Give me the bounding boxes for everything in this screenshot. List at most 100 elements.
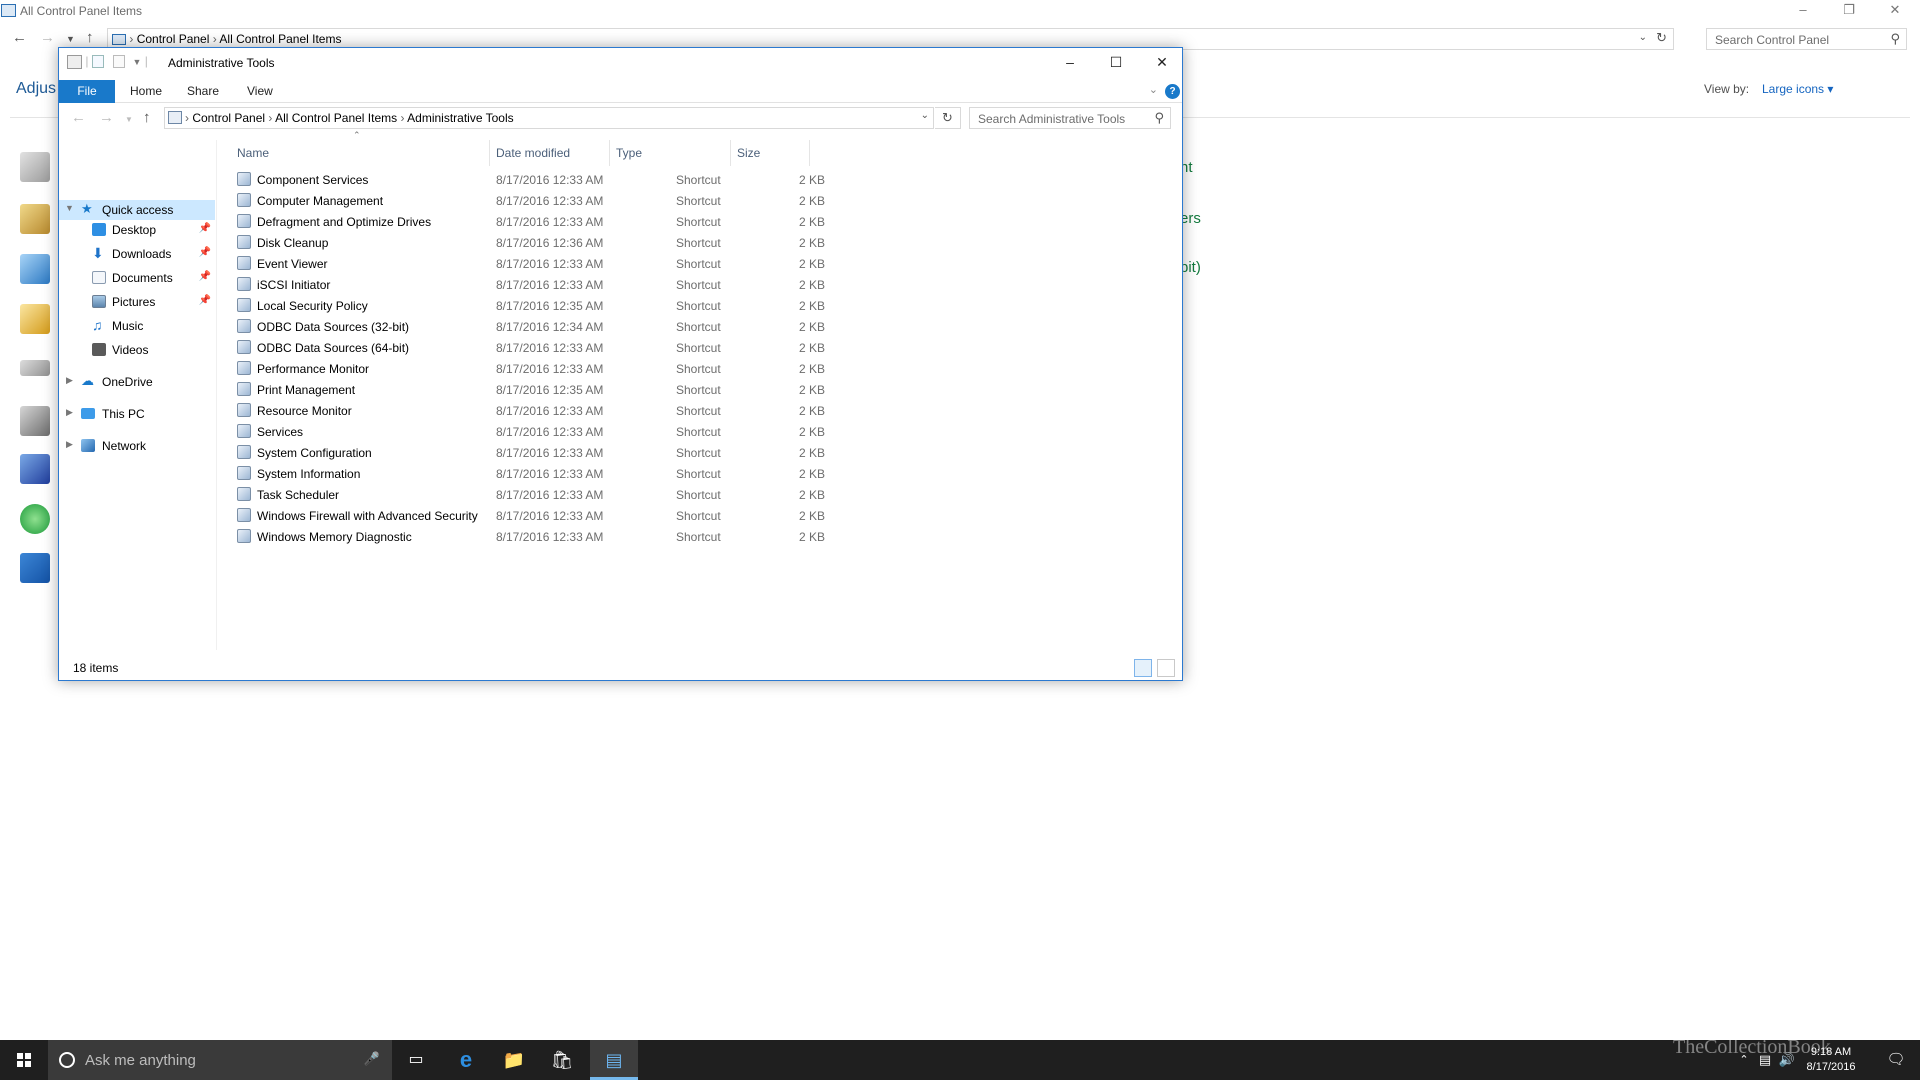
cortana-search[interactable]: Ask me anything 🎤 [48,1040,392,1080]
new-folder-icon[interactable] [113,55,126,69]
bg-refresh-icon[interactable]: ↻ [1656,30,1667,46]
nav-quick-access[interactable]: ▼ ★ Quick access [59,200,215,220]
table-row[interactable]: Event Viewer 8/17/2016 12:33 AM Shortcut 2 … [231,253,831,274]
up-icon[interactable]: ↑ [143,109,151,126]
bg-close-button[interactable]: ✕ [1872,0,1918,22]
tab-view[interactable]: View [247,84,273,98]
bg-link-partial-2[interactable]: ers [1180,210,1201,227]
expand-ribbon-icon[interactable]: ⌄ [1149,83,1158,96]
tab-share[interactable]: Share [187,84,219,98]
table-row[interactable]: Windows Firewall with Advanced Security 8… [231,505,831,526]
table-row[interactable]: Disk Cleanup 8/17/2016 12:36 AM Shortcut 2 … [231,232,831,253]
properties-icon[interactable] [91,55,104,69]
crumb-control-panel[interactable]: Control Panel [192,111,265,125]
table-row[interactable]: Windows Memory Diagnostic 8/17/2016 12:33… [231,526,831,547]
display-icon[interactable] [20,254,50,284]
tab-home[interactable]: Home [130,84,162,98]
microphone-icon[interactable]: 🎤 [364,1051,380,1067]
address-dropdown-icon[interactable]: ⌄ [921,110,929,121]
tab-file[interactable]: File [59,80,115,103]
sync-center-icon[interactable] [20,504,50,534]
minimize-button[interactable]: – [1047,48,1093,78]
keyboard-icon[interactable] [20,360,50,376]
address-bar[interactable]: › Control Panel › All Control Panel Item… [164,107,934,129]
nav-music[interactable]: ♫ Music [59,316,215,336]
table-row[interactable]: iSCSI Initiator 8/17/2016 12:33 AM Shortcu… [231,274,831,295]
table-row[interactable]: Resource Monitor 8/17/2016 12:33 AM Shortc… [231,400,831,421]
nav-downloads[interactable]: ⬇ Downloads 📌 [59,244,215,264]
customize-qat-icon[interactable]: ▼ [132,57,141,67]
pin-icon[interactable]: 📌 [199,247,211,258]
details-view-icon[interactable] [1134,659,1152,677]
nav-this-pc[interactable]: ▶ This PC [59,404,215,424]
security-icon[interactable] [20,553,50,583]
column-header-size[interactable]: Size [731,140,810,166]
control-panel-taskbar-icon[interactable]: ▤ [590,1040,638,1080]
bg-back-icon[interactable]: ← [12,29,27,46]
table-row[interactable]: Print Management 8/17/2016 12:35 AM Shortc… [231,379,831,400]
nav-network[interactable]: ▶ Network [59,436,215,456]
expand-icon[interactable]: ▶ [66,407,73,418]
search-input[interactable]: Search Administrative Tools ⚲ [969,107,1171,129]
table-row[interactable]: System Configuration 8/17/2016 12:33 AM Sh… [231,442,831,463]
column-header-name[interactable]: Name [231,140,490,166]
table-row[interactable]: Defragment and Optimize Drives 8/17/2016 … [231,211,831,232]
nav-onedrive[interactable]: ▶ ☁ OneDrive [59,372,215,392]
task-view-icon[interactable]: ▭ [392,1040,440,1080]
table-row[interactable]: Component Services 8/17/2016 12:33 AM Shor… [231,169,831,190]
printer-icon[interactable] [20,406,50,436]
recent-locations-icon[interactable]: ▼ [125,115,133,124]
nav-pictures[interactable]: Pictures 📌 [59,292,215,312]
bg-view-by-dropdown[interactable]: Large icons ▾ [1762,82,1833,96]
bg-search-input[interactable]: Search Control Panel ⚲ [1706,28,1907,50]
close-button[interactable]: ✕ [1139,48,1185,78]
remote-desktop-icon[interactable] [20,454,50,484]
nav-desktop[interactable]: Desktop 📌 [59,220,215,240]
shortcut-icon [237,424,251,438]
crumb-all-items[interactable]: All Control Panel Items [275,111,397,125]
bg-link-partial-3[interactable]: bit) [1180,259,1201,276]
file-explorer-icon[interactable]: 📁 [490,1040,538,1080]
store-icon[interactable]: 🛍 [538,1040,586,1080]
table-row[interactable]: Local Security Policy 8/17/2016 12:35 AM S… [231,295,831,316]
refresh-icon[interactable]: ↻ [935,107,961,129]
start-button[interactable] [0,1040,48,1080]
backup-icon[interactable] [20,204,50,234]
column-header-type[interactable]: Type [610,140,731,166]
maximize-button[interactable]: ☐ [1093,48,1139,78]
pin-icon[interactable]: 📌 [199,223,211,234]
table-row[interactable]: Performance Monitor 8/17/2016 12:33 AM Sho… [231,358,831,379]
help-icon[interactable]: ? [1165,84,1180,99]
fonts-icon[interactable] [20,304,50,334]
bg-up-icon[interactable]: ↑ [86,29,94,46]
forward-icon[interactable]: → [99,109,114,126]
crumb-admin-tools[interactable]: Administrative Tools [407,111,514,125]
table-row[interactable]: Task Scheduler 8/17/2016 12:33 AM Shortcut… [231,484,831,505]
file-type: Shortcut [676,278,721,292]
expand-icon[interactable]: ▶ [66,375,73,386]
bg-restore-button[interactable]: ❐ [1826,0,1872,22]
pin-icon[interactable]: 📌 [199,295,211,306]
nav-documents[interactable]: Documents 📌 [59,268,215,288]
bg-recent-icon[interactable]: ▼ [66,34,75,44]
bg-minimize-button[interactable]: – [1780,0,1826,22]
collapse-icon[interactable]: ▼ [65,203,74,213]
bg-address-dropdown-icon[interactable]: ⌄ [1639,32,1647,43]
expand-icon[interactable]: ▶ [66,439,73,450]
nav-videos[interactable]: Videos [59,340,215,360]
back-icon[interactable]: ← [71,109,86,126]
column-header-date[interactable]: Date modified [490,140,610,166]
bg-crumb-all-items[interactable]: All Control Panel Items [219,32,341,46]
bg-crumb-control-panel[interactable]: Control Panel [137,32,210,46]
large-icons-view-icon[interactable] [1157,659,1175,677]
admin-tools-icon[interactable] [20,152,50,182]
table-row[interactable]: Computer Management 8/17/2016 12:33 AM Sho… [231,190,831,211]
pin-icon[interactable]: 📌 [199,271,211,282]
table-row[interactable]: System Information 8/17/2016 12:33 AM Shor… [231,463,831,484]
table-row[interactable]: ODBC Data Sources (64-bit) 8/17/2016 12:3… [231,337,831,358]
bg-forward-icon[interactable]: → [40,29,55,46]
edge-icon[interactable]: e [442,1040,490,1080]
action-center-icon[interactable]: 🗨 [1872,1040,1920,1080]
table-row[interactable]: Services 8/17/2016 12:33 AM Shortcut 2 KB [231,421,831,442]
table-row[interactable]: ODBC Data Sources (32-bit) 8/17/2016 12:3… [231,316,831,337]
